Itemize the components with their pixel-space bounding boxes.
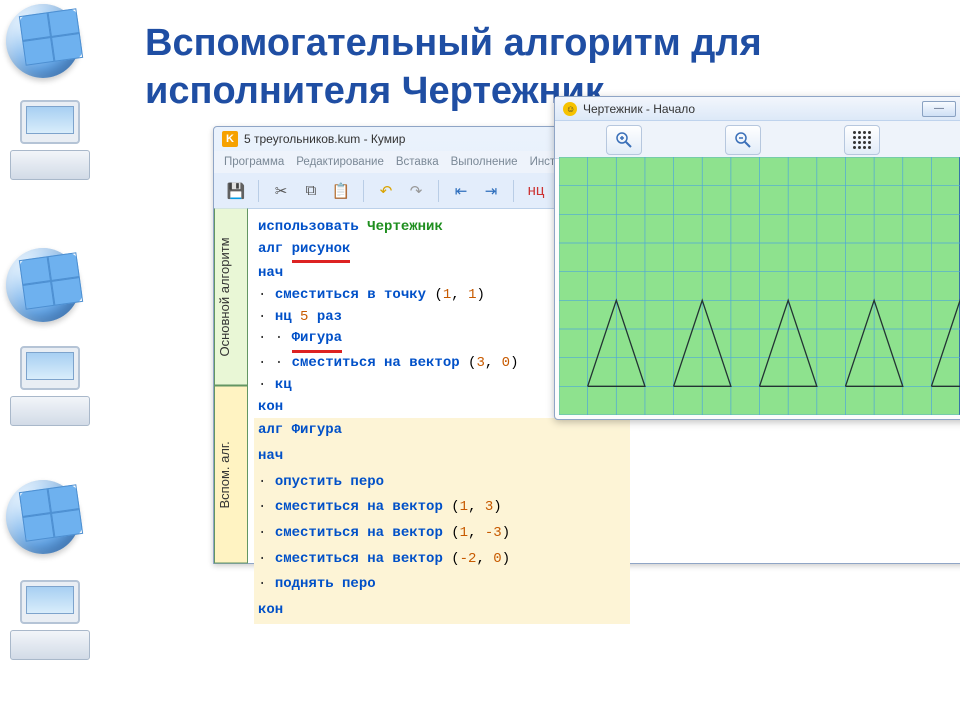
window-flag-icon — [19, 484, 83, 542]
drafter-title: Чертежник - Начало — [583, 102, 695, 116]
sidebar-labels: Основной алгоритм Вспом. алг. — [214, 209, 248, 563]
window-controls: — ☐ ✕ — [922, 101, 960, 117]
slide-decor — [0, 0, 100, 720]
redo-icon[interactable]: ↷ — [404, 179, 428, 203]
computer-icon — [6, 346, 94, 432]
window-flag-icon — [19, 252, 83, 310]
menu-run[interactable]: Выполнение — [451, 156, 518, 168]
loop-start-icon[interactable]: нц — [524, 179, 548, 203]
menu-insert[interactable]: Вставка — [396, 156, 439, 168]
label-sub-alg: Вспом. алг. — [214, 386, 248, 564]
copy-icon[interactable]: ⧉ — [299, 179, 323, 203]
zoom-out-button[interactable] — [725, 125, 761, 155]
app-badge-icon: K — [222, 131, 238, 147]
outdent-icon[interactable]: ⇤ — [449, 179, 473, 203]
drafter-title-bar: ☺ Чертежник - Начало — ☐ ✕ — [555, 97, 960, 121]
menu-edit[interactable]: Редактирование — [296, 156, 384, 168]
drafter-window: ☺ Чертежник - Начало — ☐ ✕ — [554, 96, 960, 420]
computer-icon — [6, 580, 94, 666]
window-title: 5 треугольников.kum - Кумир — [244, 132, 405, 146]
computer-icon — [6, 100, 94, 186]
zoom-in-button[interactable] — [606, 125, 642, 155]
indent-icon[interactable]: ⇥ — [479, 179, 503, 203]
undo-icon[interactable]: ↶ — [374, 179, 398, 203]
minimize-button[interactable]: — — [922, 101, 956, 117]
grid-dots-button[interactable] — [844, 125, 880, 155]
drafter-toolbar — [555, 121, 960, 159]
cut-icon[interactable]: ✂ — [269, 179, 293, 203]
drafter-app-icon: ☺ — [563, 102, 577, 116]
slide-body: Вспомогательный алгоритм для исполнителя… — [110, 0, 960, 720]
label-main-alg: Основной алгоритм — [214, 209, 248, 386]
paste-icon[interactable]: 📋 — [329, 179, 353, 203]
window-flag-icon — [19, 8, 83, 66]
menu-program[interactable]: Программа — [224, 156, 284, 168]
save-icon[interactable]: 💾 — [224, 179, 248, 203]
drafter-canvas[interactable] — [559, 157, 960, 415]
